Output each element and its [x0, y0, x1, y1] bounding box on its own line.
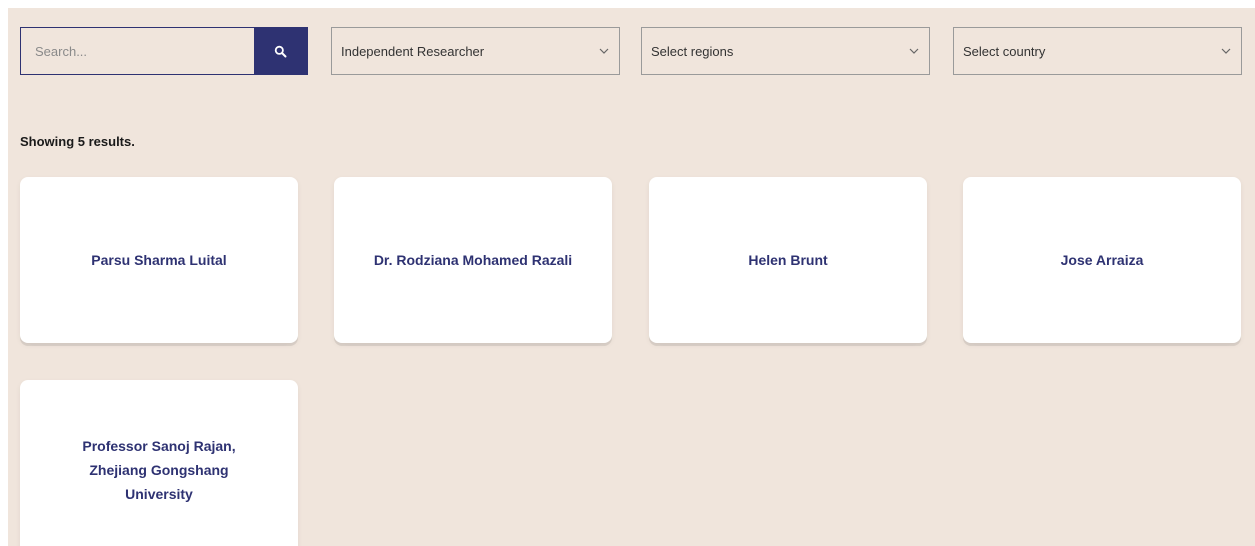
result-card-name: Dr. Rodziana Mohamed Razali: [373, 252, 573, 268]
chevron-down-icon: [599, 48, 609, 54]
result-card[interactable]: Dr. Rodziana Mohamed Razali: [334, 177, 612, 343]
result-card[interactable]: Helen Brunt: [649, 177, 927, 343]
country-select[interactable]: Select country: [953, 27, 1242, 75]
regions-select[interactable]: Select regions: [641, 27, 930, 75]
results-summary: Showing 5 results.: [20, 134, 135, 149]
result-card[interactable]: Parsu Sharma Luital: [20, 177, 298, 343]
country-select-value: Select country: [963, 43, 1046, 59]
chevron-down-icon: [909, 48, 919, 54]
search-box: [20, 27, 308, 75]
chevron-down-icon: [1221, 48, 1231, 54]
filter-bar: Independent Researcher Select regions Se…: [20, 27, 1242, 75]
regions-select-value: Select regions: [651, 43, 734, 59]
result-card-name: Jose Arraiza: [1060, 252, 1144, 268]
search-icon: [274, 45, 287, 57]
result-card-name: Professor Sanoj Rajan, Zhejiang Gongshan…: [82, 438, 236, 502]
result-card-name: Parsu Sharma Luital: [91, 252, 227, 268]
result-card[interactable]: Jose Arraiza: [963, 177, 1241, 343]
type-select-value: Independent Researcher: [341, 43, 485, 59]
search-button[interactable]: [254, 28, 307, 74]
result-card[interactable]: Professor Sanoj Rajan, Zhejiang Gongshan…: [20, 380, 298, 546]
directory-page: Independent Researcher Select regions Se…: [8, 8, 1255, 546]
type-select[interactable]: Independent Researcher: [331, 27, 620, 75]
result-card-name: Helen Brunt: [748, 252, 828, 268]
search-input[interactable]: [21, 28, 254, 74]
